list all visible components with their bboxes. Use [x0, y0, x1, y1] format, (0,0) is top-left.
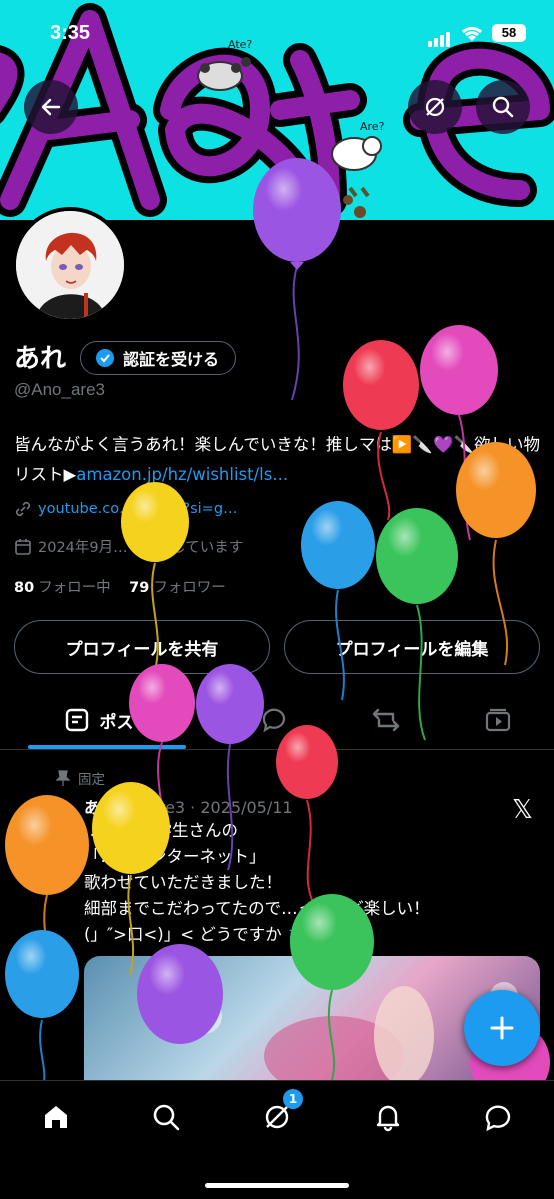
nav-home[interactable] — [36, 1097, 76, 1137]
post-author-avatar[interactable] — [14, 800, 70, 856]
search-icon — [153, 1104, 180, 1131]
wifi-icon — [460, 24, 484, 46]
tab-posts-label: ポスト — [99, 712, 151, 733]
plus-icon — [490, 1016, 514, 1040]
tab-reposts[interactable] — [364, 690, 408, 750]
post-header: あ …no_are3 · 2025/05/11 — [84, 794, 293, 818]
home-indicator — [205, 1183, 349, 1188]
post-line-4: 細部までこだわってたので…ったけど楽しい！ — [84, 899, 430, 918]
link-icon — [15, 501, 31, 517]
following-link[interactable]: 80 フォロー中 — [14, 580, 111, 596]
followers-link[interactable]: 79 フォロワー — [129, 580, 226, 596]
bottom-navigation: 1 — [0, 1080, 554, 1199]
profile-name: あれ — [14, 344, 67, 374]
active-tab-indicator — [28, 745, 186, 749]
tab-media[interactable] — [476, 690, 520, 750]
posts-icon — [65, 708, 88, 732]
post-line-2: 「…グインターネット」 — [84, 847, 266, 866]
followers-label: フォロワー — [153, 580, 226, 596]
follow-stats: 80 フォロー中 79 フォロワー — [14, 576, 226, 597]
status-bar: 3:35 58 — [0, 0, 554, 70]
get-verified-button[interactable]: 認証を受ける — [80, 341, 237, 375]
nav-notifications[interactable] — [368, 1097, 408, 1137]
back-button[interactable] — [24, 80, 78, 134]
profile-handle: @Ano_are3 — [14, 380, 105, 399]
compose-button[interactable] — [464, 990, 540, 1066]
grok-button[interactable] — [408, 80, 462, 134]
home-icon — [45, 1106, 67, 1128]
repost-icon — [372, 708, 400, 732]
joined-date: 2024年9月…を利用しています — [38, 540, 244, 556]
grok-icon — [425, 97, 445, 117]
balloon-blue-2 — [5, 930, 79, 1091]
calendar-icon — [15, 538, 31, 555]
post-line-1: …編曲:超学生さんの — [84, 821, 239, 840]
website-link[interactable]: youtube.co…o_are3?si=g… — [38, 501, 238, 517]
video-icon — [485, 708, 511, 732]
banner-doodle-text-2: Are? — [360, 120, 385, 133]
profile-avatar[interactable] — [12, 207, 128, 323]
nav-grok[interactable]: 1 — [257, 1089, 303, 1137]
post-line-3: 歌わせていただきました！ — [84, 873, 282, 892]
nav-messages[interactable] — [478, 1097, 518, 1137]
joined-row: 2024年9月…を利用しています — [14, 536, 243, 557]
search-icon — [492, 96, 514, 118]
profile-tabs: ポスト — [0, 690, 554, 750]
battery-indicator: 58 — [492, 24, 526, 42]
website-row[interactable]: youtube.co…o_are3?si=g… — [14, 500, 238, 518]
pin-icon — [56, 770, 70, 786]
verified-badge-icon — [96, 349, 114, 367]
wishlist-link[interactable]: amazon.jp/hz/wishlist/ls... — [76, 465, 288, 484]
status-time: 3:35 — [50, 22, 91, 44]
get-verified-label: 認証を受ける — [123, 350, 220, 369]
nav-search[interactable] — [146, 1097, 186, 1137]
post-line-5-link[interactable]: さ — [287, 925, 304, 944]
chat-icon — [485, 1105, 511, 1132]
reply-icon — [262, 708, 286, 733]
pinned-label: 固定 — [78, 772, 105, 788]
edit-profile-button[interactable]: プロフィールを編集 — [284, 620, 540, 674]
share-profile-button[interactable]: プロフィールを共有 — [14, 620, 270, 674]
pinned-label-row: 固定 — [56, 768, 105, 788]
post-author-name[interactable]: あ — [84, 798, 100, 817]
post-meta: …no_are3 · 2025/05/11 — [105, 798, 293, 817]
signal-icon — [428, 28, 452, 47]
profile-bio: 皆んながよく言うあれ！楽しんでいきな！推しマは▶️🔪💜🔪欲しい物リスト▶amaz… — [14, 430, 542, 490]
arrow-left-icon — [41, 98, 61, 116]
followers-count: 79 — [129, 580, 150, 596]
notification-badge: 1 — [283, 1089, 303, 1109]
post-body: …編曲:超学生さんの 「…グインターネット」 歌わせていただきました！ 細部まで… — [84, 818, 524, 948]
avatar-illustration — [16, 211, 124, 319]
search-button[interactable] — [476, 80, 530, 134]
tab-replies[interactable] — [252, 690, 296, 750]
bell-icon — [376, 1105, 400, 1132]
following-label: フォロー中 — [38, 580, 111, 596]
post-line-5: (」″>口<)」< どうですか — [84, 925, 282, 944]
following-count: 80 — [14, 580, 35, 596]
tab-posts[interactable]: ポスト — [28, 690, 186, 750]
